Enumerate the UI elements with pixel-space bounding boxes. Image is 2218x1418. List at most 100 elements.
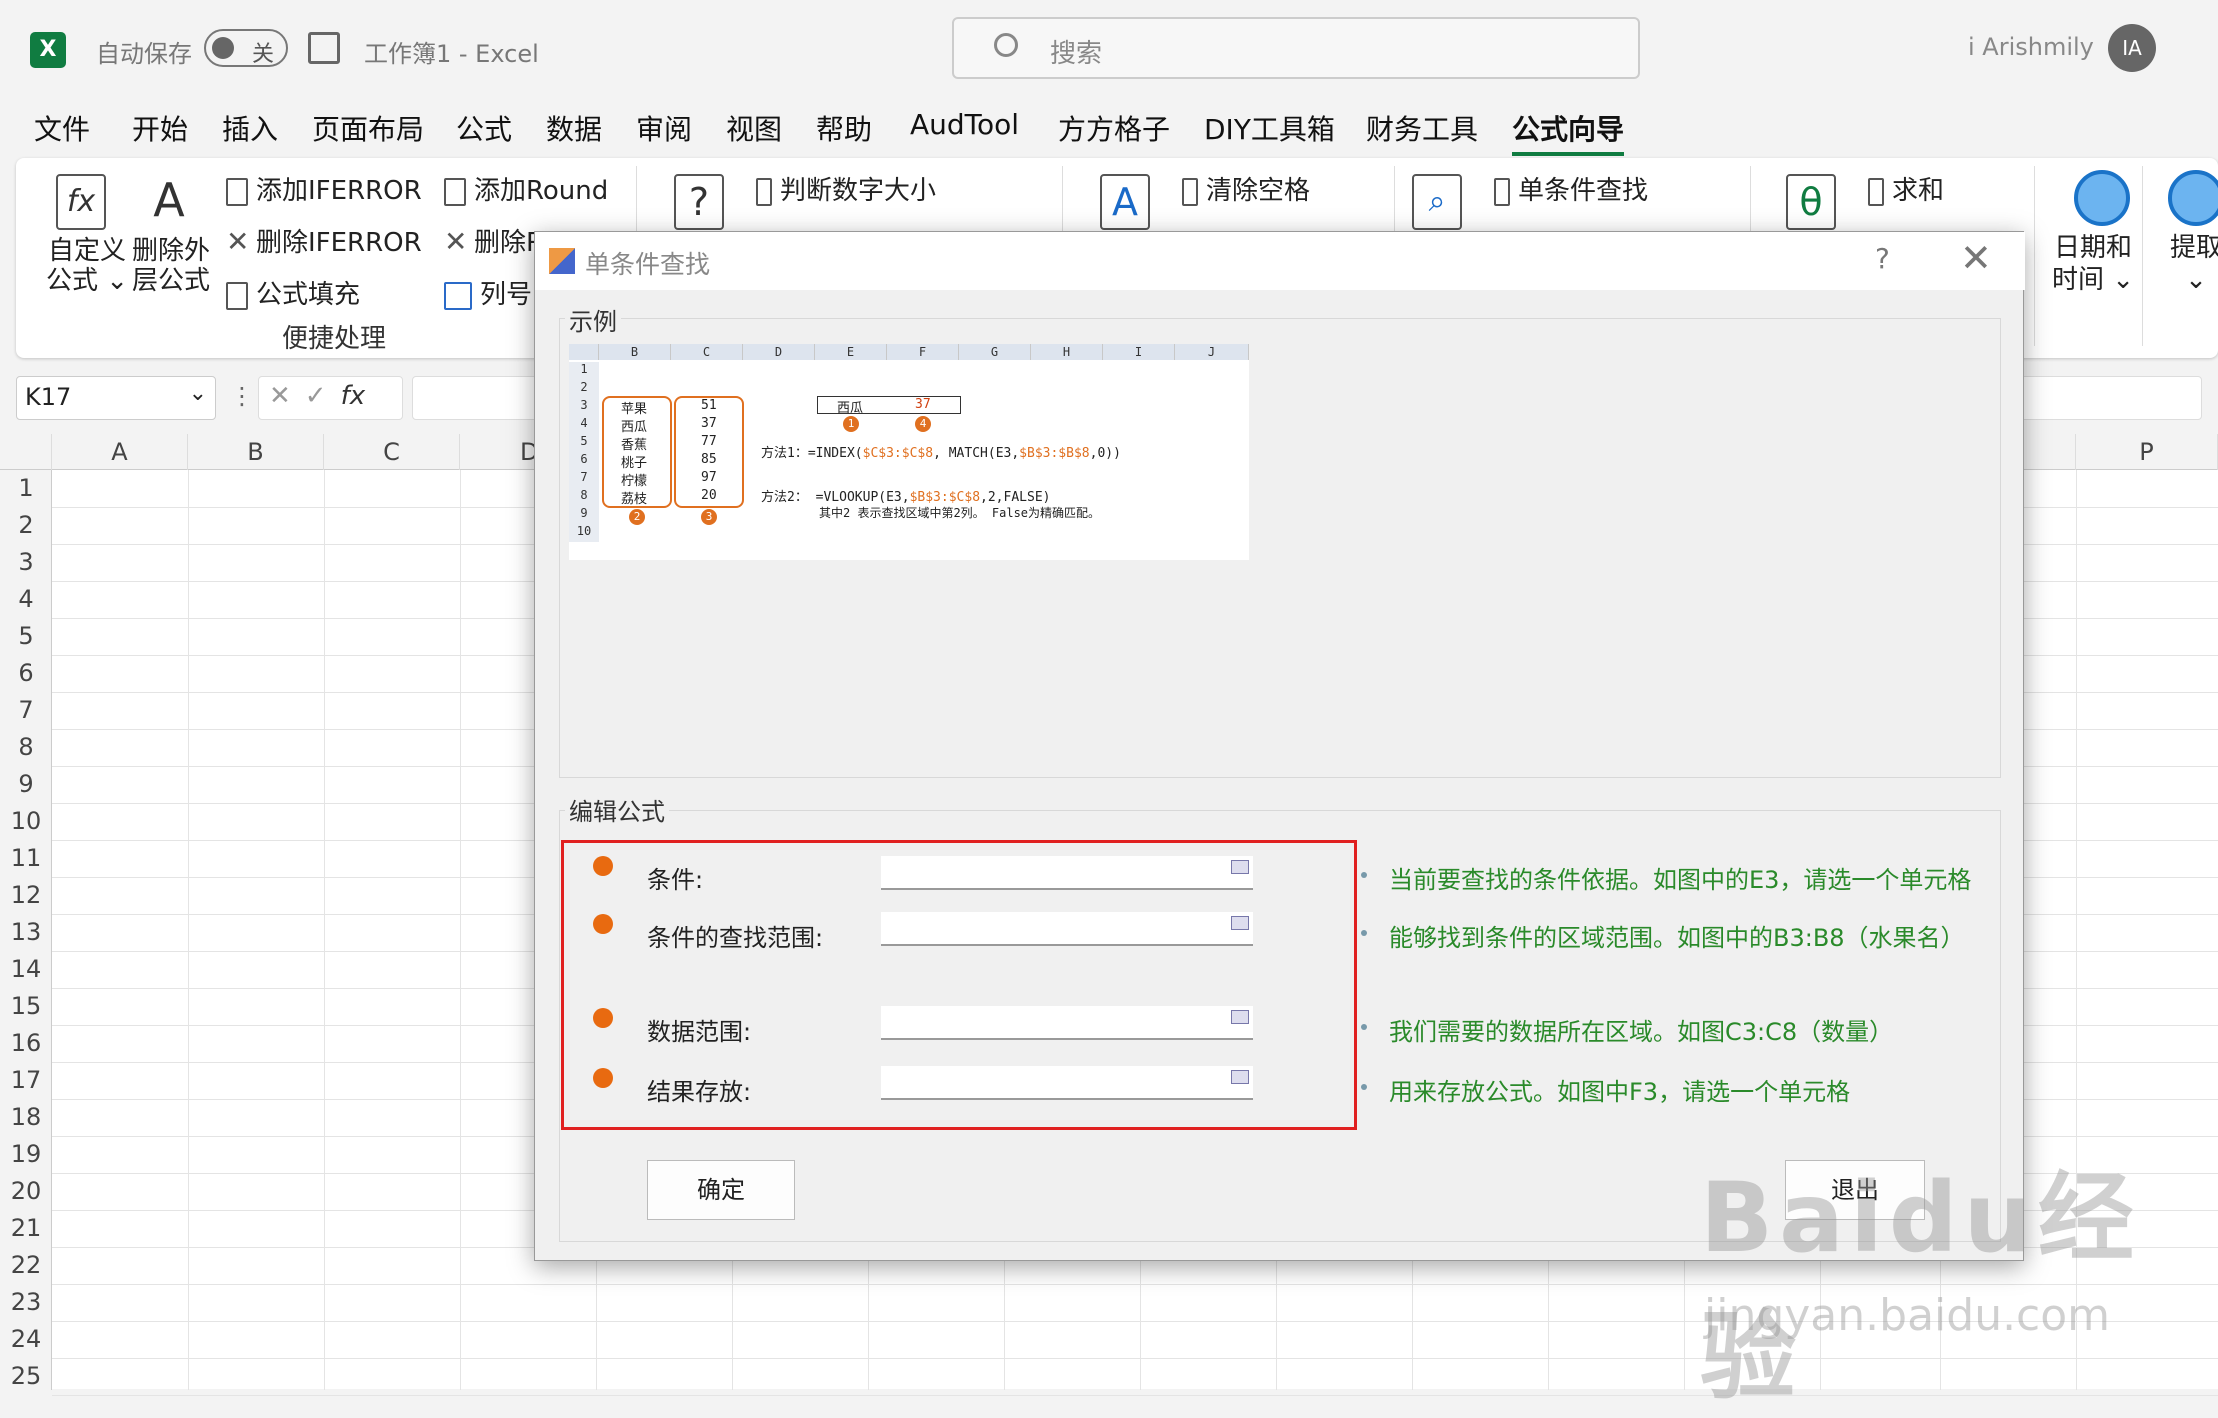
date-time-button[interactable]: 日期和 时间 ⌄ [2052, 232, 2134, 296]
row-header[interactable]: 1 [0, 470, 52, 507]
info-dot [1361, 1084, 1367, 1090]
col-p[interactable]: P [2076, 434, 2218, 470]
theta-icon[interactable]: θ [1786, 174, 1836, 230]
col-c[interactable]: C [324, 434, 460, 470]
formula-fill-button[interactable]: 公式填充 [226, 274, 360, 311]
row-header[interactable]: 4 [0, 581, 52, 618]
select-all-corner[interactable] [0, 434, 52, 470]
row-header[interactable]: 25 [0, 1358, 52, 1395]
range-picker-icon[interactable] [1231, 916, 1249, 930]
tab-diy[interactable]: DIY工具箱 [1204, 108, 1335, 148]
result-cell-input[interactable] [881, 1066, 1253, 1100]
date-time-icon[interactable] [2074, 170, 2130, 226]
row-header[interactable]: 11 [0, 840, 52, 877]
row-header[interactable]: 3 [0, 544, 52, 581]
custom-formula-button[interactable]: 自定义 公式 ⌄ [46, 236, 128, 296]
close-button[interactable]: ✕ [1960, 236, 1992, 280]
tab-formulas[interactable]: 公式 [456, 108, 512, 148]
sample-row: 9 [569, 506, 599, 524]
row-header[interactable]: 5 [0, 618, 52, 655]
range-picker-icon[interactable] [1231, 1070, 1249, 1084]
tab-help[interactable]: 帮助 [816, 108, 872, 148]
tab-formula-wizard[interactable]: 公式向导 [1512, 108, 1625, 156]
row-header[interactable]: 10 [0, 803, 52, 840]
save-icon[interactable] [308, 32, 340, 64]
clear-spaces-button[interactable]: 清除空格 [1182, 170, 1310, 207]
delete-iferror-button[interactable]: ✕ 删除IFERROR [226, 222, 422, 259]
sample-method1: 方法1：=INDEX($C$3:$C$8, MATCH(E3,$B$3:$B$8… [761, 446, 1121, 461]
range-picker-icon[interactable] [1231, 860, 1249, 874]
gridline [188, 470, 189, 1390]
avatar[interactable]: IA [2108, 24, 2156, 72]
row-header[interactable]: 20 [0, 1173, 52, 1210]
row-header[interactable]: 19 [0, 1136, 52, 1173]
sample-row: 3 [569, 398, 599, 416]
add-iferror-button[interactable]: 添加IFERROR [226, 170, 422, 207]
row-header[interactable]: 24 [0, 1321, 52, 1358]
dialog-title-bar: 单条件查找 ? ✕ [535, 232, 2025, 290]
sample-col: H [1031, 344, 1103, 360]
user-name[interactable]: i Arishmily [1968, 33, 2094, 61]
col-a[interactable]: A [52, 434, 188, 470]
tab-ffgz[interactable]: 方方格子 [1058, 108, 1170, 148]
sample-method2: 方法2： =VLOOKUP(E3,$B$3:$C$8,2,FALSE) [761, 490, 1051, 505]
sample-col: F [887, 344, 959, 360]
question-icon[interactable]: ? [674, 174, 724, 230]
add-round-button[interactable]: 添加Round [444, 170, 608, 207]
row-header[interactable]: 17 [0, 1062, 52, 1099]
sample-col: J [1175, 344, 1249, 360]
dialog-title: 单条件查找 [585, 250, 711, 279]
row-header[interactable]: 12 [0, 877, 52, 914]
column-number-button[interactable]: 列号 [444, 274, 532, 311]
custom-formula-icon[interactable]: fx [56, 174, 106, 230]
sample-corner [569, 344, 599, 360]
text-a-icon[interactable]: A [1100, 174, 1150, 230]
tab-review[interactable]: 审阅 [636, 108, 692, 148]
delete-outer-formula-icon[interactable]: A [144, 174, 194, 230]
row-header[interactable]: 9 [0, 766, 52, 803]
row-header[interactable]: 13 [0, 914, 52, 951]
tab-insert[interactable]: 插入 [222, 108, 278, 148]
range-picker-icon[interactable] [1231, 1010, 1249, 1024]
delete-outer-formula-button[interactable]: 删除外 层公式 [132, 236, 210, 296]
tab-view[interactable]: 视图 [726, 108, 782, 148]
tab-audtool[interactable]: AudTool [910, 108, 1019, 141]
judge-number-button[interactable]: 判断数字大小 [756, 170, 936, 207]
help-button[interactable]: ? [1875, 242, 1890, 275]
single-lookup-button[interactable]: 单条件查找 [1494, 170, 1648, 207]
tab-finance[interactable]: 财务工具 [1366, 108, 1478, 148]
sample-row: 4 [569, 416, 599, 434]
row-header[interactable]: 2 [0, 507, 52, 544]
tab-home[interactable]: 开始 [132, 108, 188, 148]
tab-page-layout[interactable]: 页面布局 [312, 108, 424, 148]
condition-range-input[interactable] [881, 912, 1253, 946]
dialog-app-icon [549, 248, 575, 274]
row-header[interactable]: 21 [0, 1210, 52, 1247]
search-box[interactable]: 搜索 [952, 17, 1640, 79]
tab-file[interactable]: 文件 [34, 108, 90, 148]
tab-data[interactable]: 数据 [546, 108, 602, 148]
row-header[interactable]: 22 [0, 1247, 52, 1284]
col-b[interactable]: B [188, 434, 324, 470]
delete-round-button[interactable]: ✕ 删除R [444, 222, 544, 259]
ok-button[interactable]: 确定 [647, 1160, 795, 1220]
row-header[interactable]: 16 [0, 1025, 52, 1062]
sum-button[interactable]: 求和 [1868, 170, 1944, 207]
extract-icon[interactable] [2168, 170, 2218, 226]
condition-input[interactable] [881, 856, 1253, 890]
row-header[interactable]: 23 [0, 1284, 52, 1321]
sample-col: D [743, 344, 815, 360]
row-header[interactable]: 18 [0, 1099, 52, 1136]
extract-button[interactable]: 提取 ⌄ [2170, 232, 2218, 296]
lookup-icon[interactable]: ⌕ [1412, 174, 1462, 230]
more-icon[interactable]: ⋮ [230, 382, 254, 410]
row-header[interactable]: 14 [0, 951, 52, 988]
row-header[interactable]: 15 [0, 988, 52, 1025]
row-header[interactable]: 6 [0, 655, 52, 692]
row-header[interactable]: 8 [0, 729, 52, 766]
autosave-toggle[interactable]: 关 [204, 29, 288, 67]
formula-buttons[interactable]: ✕✓fx [258, 376, 403, 420]
row-header[interactable]: 7 [0, 692, 52, 729]
name-box[interactable]: K17 ⌄ [16, 376, 216, 420]
data-range-input[interactable] [881, 1006, 1253, 1040]
